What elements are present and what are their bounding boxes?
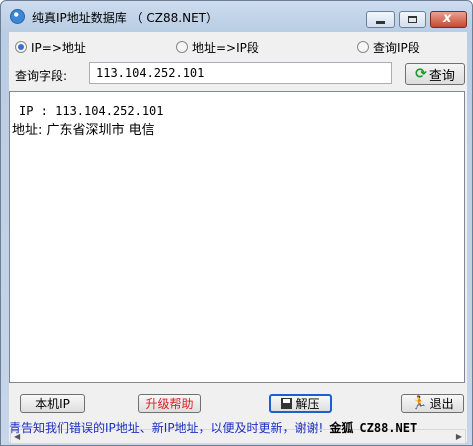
radio-label: IP=>地址 [31, 40, 86, 55]
radio-address-to-ip-range[interactable]: 地址=>IP段 [176, 39, 259, 55]
maximize-button[interactable] [399, 11, 426, 28]
result-panel[interactable]: IP : 113.104.252.101 地址: 广东省深圳市 电信 ◀ ▶ [9, 91, 466, 444]
disk-icon [281, 398, 293, 409]
local-ip-button[interactable]: 本机IP [20, 394, 85, 413]
exit-label: 退出 [429, 397, 454, 411]
minimize-icon [376, 21, 385, 24]
query-button-label: 查询 [428, 68, 455, 84]
query-label: 查询字段: [15, 69, 68, 83]
status-message: 青告知我们错误的IP地址、新IP地址，以便及时更新，谢谢! [9, 421, 324, 435]
minimize-button[interactable] [366, 11, 395, 28]
radio-unselected-icon [176, 41, 188, 53]
title-bar[interactable]: 纯真IP地址数据库 （ CZ88.NET） x [1, 1, 472, 31]
unzip-label: 解压 [295, 397, 320, 411]
window-title: 纯真IP地址数据库 （ CZ88.NET） [32, 11, 218, 25]
app-window: 纯真IP地址数据库 （ CZ88.NET） x IP=>地址 地址=>IP段 查… [0, 0, 473, 446]
result-ip-line: IP : 113.104.252.101 [19, 104, 164, 118]
query-button[interactable]: ⟳ 查询 [405, 63, 465, 85]
status-brand: 金狐 [329, 421, 354, 435]
running-man-icon: 🏃 [411, 396, 428, 411]
refresh-icon: ⟳ [415, 66, 427, 82]
status-bar: 青告知我们错误的IP地址、新IP地址，以便及时更新，谢谢! 金狐 CZ88.NET [9, 419, 467, 437]
close-icon: x [443, 11, 452, 26]
radio-label: 查询IP段 [373, 40, 420, 55]
upgrade-help-button[interactable]: 升级帮助 [138, 394, 201, 413]
close-button[interactable]: x [430, 11, 467, 28]
client-area: IP=>地址 地址=>IP段 查询IP段 查询字段: 113.104.252.1… [9, 32, 467, 444]
maximize-icon [408, 16, 417, 23]
radio-unselected-icon [357, 41, 369, 53]
radio-query-ip-range[interactable]: 查询IP段 [357, 39, 420, 55]
exit-button[interactable]: 🏃 退出 [401, 394, 464, 413]
query-input[interactable]: 113.104.252.101 [89, 62, 392, 84]
upgrade-help-label: 升级帮助 [145, 397, 194, 411]
local-ip-label: 本机IP [35, 397, 70, 411]
app-logo-icon [10, 9, 25, 24]
radio-ip-to-address[interactable]: IP=>地址 [15, 39, 86, 55]
radio-selected-icon [15, 41, 27, 53]
unzip-button[interactable]: 解压 [269, 394, 332, 413]
status-url[interactable]: CZ88.NET [359, 421, 417, 435]
result-address-line: 地址: 广东省深圳市 电信 [12, 123, 155, 138]
radio-label: 地址=>IP段 [192, 40, 259, 55]
